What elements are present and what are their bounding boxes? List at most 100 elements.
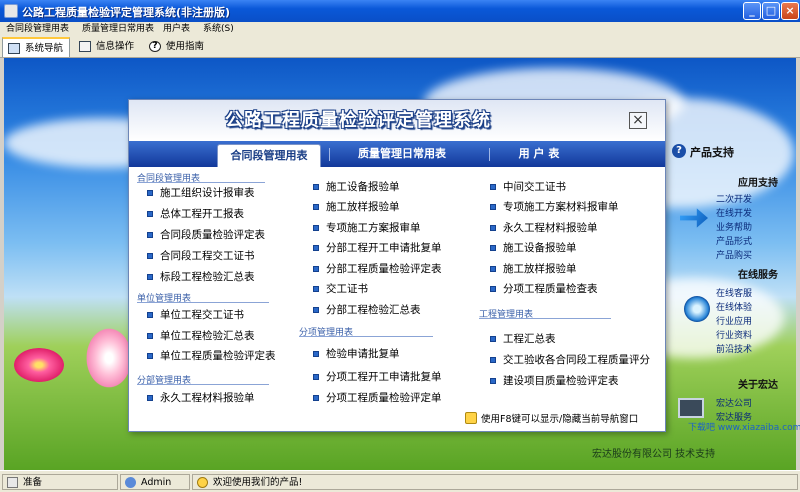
menu-link[interactable]: 交工证书 — [312, 282, 368, 296]
menu-link[interactable]: 单位工程交工证书 — [146, 308, 244, 322]
menu-link[interactable]: 标段工程检验汇总表 — [146, 270, 255, 284]
help-icon: ? — [149, 41, 161, 52]
link-label: 施工组织设计报审表 — [160, 187, 255, 199]
menu-link[interactable]: 中间交工证书 — [489, 180, 566, 194]
bullet-icon — [490, 204, 496, 210]
product-support-title: 产品支持 — [690, 146, 734, 159]
link-label: 交工验收各合同段工程质量评分 — [503, 354, 650, 366]
menu-link[interactable]: 施工放样报验单 — [489, 262, 577, 276]
bullet-icon — [313, 204, 319, 210]
toolbar-tabs: 系统导航 信息操作 ? 使用指南 — [0, 36, 800, 58]
menu-link[interactable]: 分部工程开工申请批复单 — [312, 241, 442, 255]
section-divider — [479, 318, 611, 319]
menu-link[interactable]: 合同段工程交工证书 — [146, 249, 255, 263]
tab-contract-tables[interactable]: 合同段管理用表 — [217, 144, 321, 167]
link-item[interactable]: 行业应用 — [716, 314, 752, 327]
dialog-close-button[interactable]: × — [629, 112, 647, 129]
bullet-icon — [313, 225, 319, 231]
link-item[interactable]: 在线开发 — [716, 206, 752, 219]
menu-contract-tables[interactable]: 合同段管理用表 — [6, 22, 69, 36]
link-label: 专项施工方案材料报审单 — [503, 201, 619, 213]
menu-link[interactable]: 单位工程质量检验评定表 — [146, 349, 276, 363]
menu-link[interactable]: 施工设备报验单 — [312, 180, 400, 194]
tab-user-guide[interactable]: ? 使用指南 — [144, 37, 210, 57]
section-title: 应用支持 — [738, 178, 778, 189]
menu-link[interactable]: 工程汇总表 — [489, 332, 556, 346]
minimize-button[interactable]: _ — [743, 2, 761, 20]
link-item[interactable]: 行业资料 — [716, 328, 752, 341]
bullet-icon — [313, 351, 319, 357]
bullet-icon — [313, 374, 319, 380]
tab-system-navigation[interactable]: 系统导航 — [2, 37, 70, 57]
link-label: 分部工程检验汇总表 — [326, 304, 421, 316]
menu-link[interactable]: 专项施工方案报审单 — [312, 221, 421, 235]
bullet-icon — [490, 184, 496, 190]
tab-user-tables[interactable]: 用 户 表 — [499, 141, 579, 167]
menu-link[interactable]: 分项工程质量检查表 — [489, 282, 598, 296]
bullet-icon — [490, 357, 496, 363]
flower-image — [86, 328, 132, 388]
link-item[interactable]: 产品形式 — [716, 234, 752, 247]
link-item[interactable]: 前沿技术 — [716, 342, 752, 355]
link-label: 施工放样报验单 — [326, 201, 400, 213]
menu-system[interactable]: 系统(S) — [203, 22, 234, 36]
watermark-text: 下载吧 www.xiazaiba.com — [688, 423, 800, 433]
menu-link[interactable]: 分部工程检验汇总表 — [312, 303, 421, 317]
link-item[interactable]: 在线客服 — [716, 286, 752, 299]
link-item[interactable]: 产品购买 — [716, 248, 752, 261]
menu-link[interactable]: 永久工程材料报验单 — [146, 391, 255, 405]
link-label: 合同段质量检验评定表 — [160, 229, 265, 241]
tab-info-operation[interactable]: 信息操作 — [74, 37, 140, 57]
link-label: 交工证书 — [326, 283, 368, 295]
bullet-icon — [147, 190, 153, 196]
menu-link[interactable]: 施工放样报验单 — [312, 200, 400, 214]
link-label: 建设项目质量检验评定表 — [503, 375, 619, 387]
hint-icon — [465, 412, 477, 424]
menu-link[interactable]: 施工组织设计报审表 — [146, 186, 255, 200]
link-item[interactable]: 二次开发 — [716, 192, 752, 205]
smiley-icon — [197, 477, 208, 488]
menu-link[interactable]: 分项工程质量检验评定单 — [312, 391, 442, 405]
window-title-bar[interactable]: 公路工程质量检验评定管理系统(非注册版) _ □ × — [0, 0, 800, 22]
bullet-icon — [147, 395, 153, 401]
menu-link[interactable]: 总体工程开工报表 — [146, 207, 244, 221]
tab-quality-daily-tables[interactable]: 质量管理日常用表 — [337, 141, 467, 167]
menu-link[interactable]: 分部工程质量检验评定表 — [312, 262, 442, 276]
menu-link[interactable]: 专项施工方案材料报审单 — [489, 200, 619, 214]
link-label: 分项工程质量检查表 — [503, 283, 598, 295]
link-label: 永久工程材料报验单 — [503, 222, 598, 234]
menu-link[interactable]: 施工设备报验单 — [489, 241, 577, 255]
menu-quality-daily-tables[interactable]: 质量管理日常用表 — [82, 22, 154, 36]
section-title: 在线服务 — [738, 270, 778, 281]
window-title: 公路工程质量检验评定管理系统(非注册版) — [22, 6, 231, 19]
menu-user-tables[interactable]: 用户表 — [163, 22, 190, 36]
maximize-button[interactable]: □ — [762, 2, 780, 20]
link-label: 分部工程质量检验评定表 — [326, 263, 442, 275]
bullet-icon — [147, 333, 153, 339]
close-button[interactable]: × — [781, 2, 799, 20]
menu-link[interactable]: 分项工程开工申请批复单 — [312, 370, 442, 384]
welcome-text: 欢迎使用我们的产品! — [213, 477, 303, 488]
bullet-icon — [490, 378, 496, 384]
menu-link[interactable]: 交工验收各合同段工程质量评分 — [489, 353, 650, 367]
link-label: 分项工程质量检验评定单 — [326, 392, 442, 404]
menu-link[interactable]: 建设项目质量检验评定表 — [489, 374, 619, 388]
tab-label: 信息操作 — [96, 41, 135, 52]
dialog-header: 公路工程质量检验评定管理系统 × — [129, 100, 665, 141]
menu-link[interactable]: 单位工程检验汇总表 — [146, 329, 255, 343]
link-item[interactable]: 在线体验 — [716, 300, 752, 313]
bullet-icon — [313, 307, 319, 313]
bullet-icon — [313, 286, 319, 292]
bullet-icon — [147, 274, 153, 280]
link-item[interactable]: 业务帮助 — [716, 220, 752, 233]
bullet-icon — [147, 353, 153, 359]
link-label: 总体工程开工报表 — [160, 208, 244, 220]
tab-label: 使用指南 — [166, 41, 205, 52]
link-label: 施工设备报验单 — [326, 181, 400, 193]
menu-link[interactable]: 检验申请批复单 — [312, 347, 400, 361]
link-item[interactable]: 宏达公司 — [716, 396, 752, 409]
menu-link[interactable]: 永久工程材料报验单 — [489, 221, 598, 235]
hint-text: 使用F8键可以显示/隐藏当前导航窗口 — [481, 414, 639, 425]
menu-link[interactable]: 合同段质量检验评定表 — [146, 228, 265, 242]
bullet-icon — [313, 266, 319, 272]
